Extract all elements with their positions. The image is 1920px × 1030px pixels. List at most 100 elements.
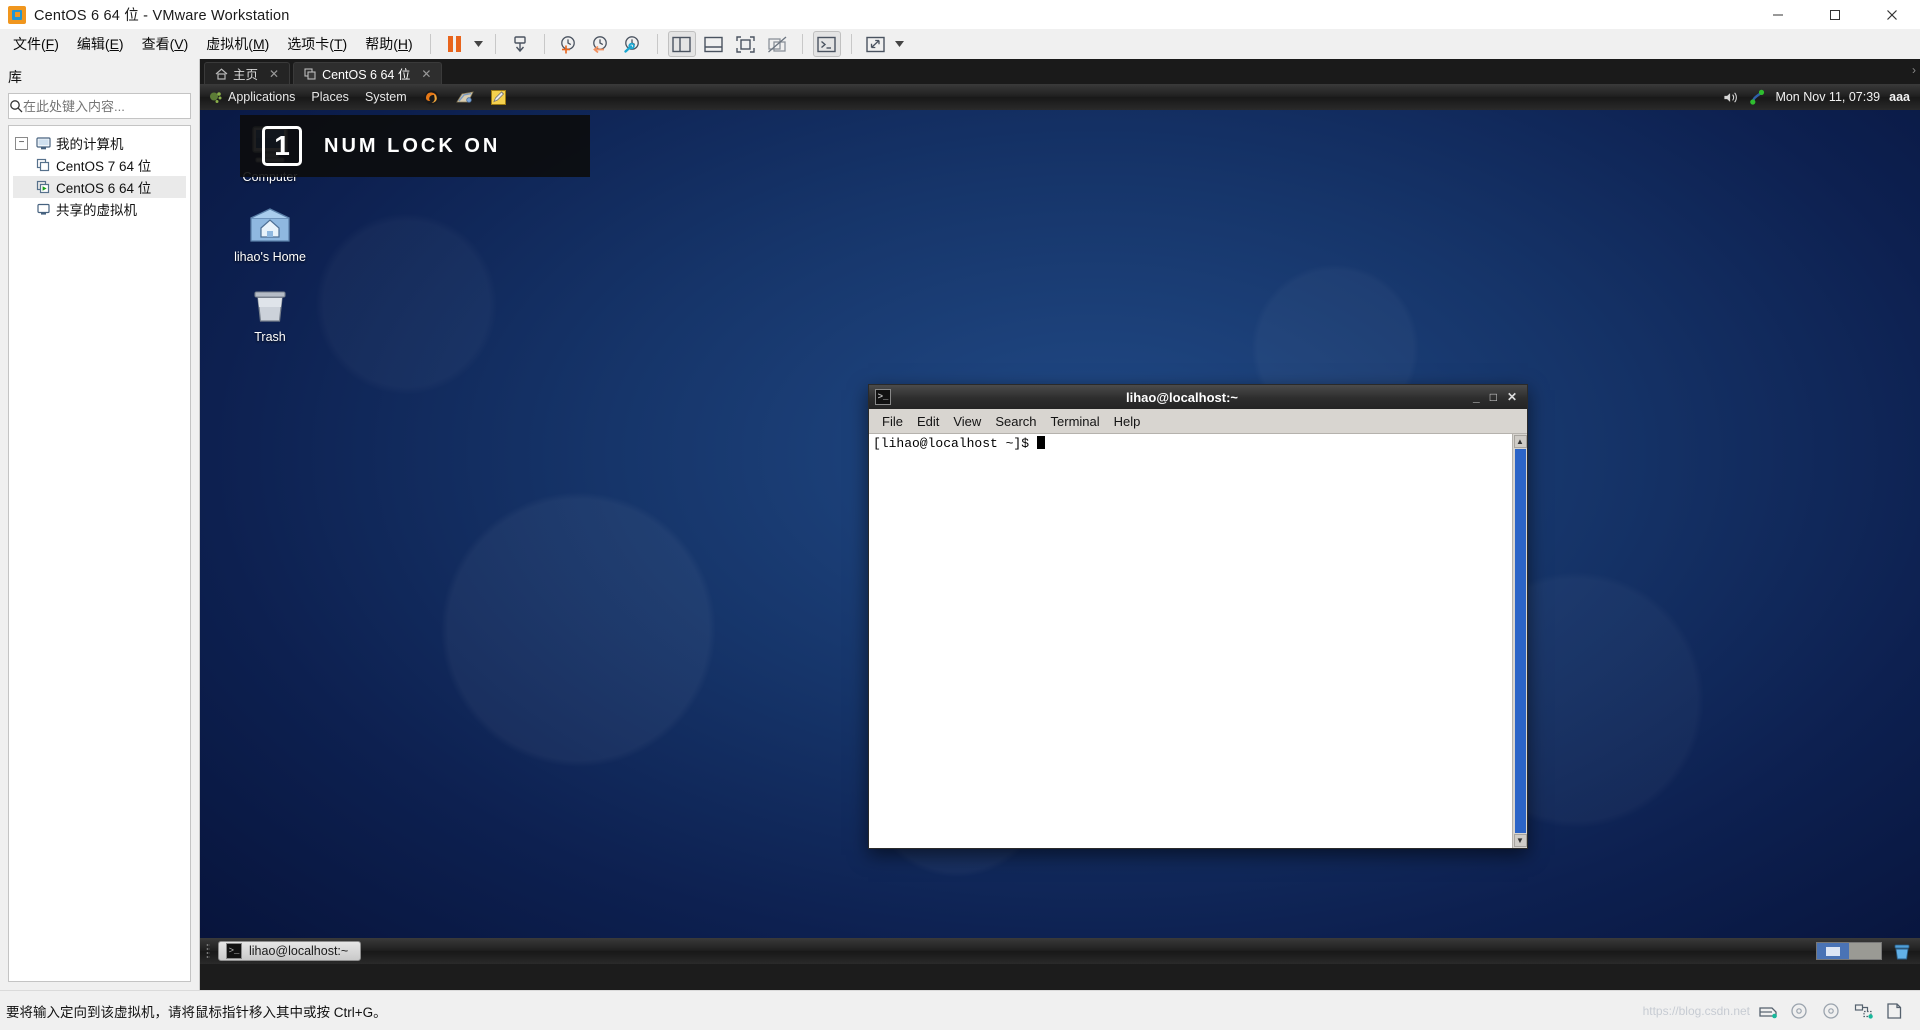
minimize-button[interactable] <box>1749 0 1806 29</box>
workspace-1[interactable] <box>1817 943 1849 959</box>
menu-system[interactable]: System <box>357 84 415 110</box>
panel-left-icon <box>672 36 691 52</box>
tree-label: 我的计算机 <box>56 137 124 152</box>
taskbar-window-button[interactable]: >_ lihao@localhost:~ <box>218 941 362 961</box>
tab-centos6[interactable]: CentOS 6 64 位 ✕ <box>293 62 443 84</box>
terminal-body[interactable]: [lihao@localhost ~]$ ▲ ▼ <box>869 434 1527 848</box>
menu-help[interactable]: 帮助(H) <box>356 30 421 58</box>
show-thumbnail-bar-button[interactable] <box>700 31 728 57</box>
tab-close-icon[interactable]: ✕ <box>269 67 279 81</box>
tree-item-my-computer[interactable]: − 我的计算机 <box>13 132 186 154</box>
toolbar-separator-2 <box>494 34 496 54</box>
desktop-icon-label: Trash <box>254 330 286 344</box>
take-snapshot-button[interactable] <box>555 31 583 57</box>
console-view-button[interactable] <box>812 31 841 57</box>
menu-view-label: 查看( <box>141 36 175 52</box>
terminal-output[interactable]: [lihao@localhost ~]$ <box>869 434 1512 848</box>
terminal-menu-view[interactable]: View <box>946 412 988 431</box>
vm-running-icon <box>33 180 53 195</box>
expander-icon[interactable]: − <box>15 136 28 150</box>
evolution-launcher-icon[interactable] <box>448 84 482 110</box>
manage-snapshots-button[interactable] <box>619 31 647 57</box>
terminal-menu-file[interactable]: File <box>875 412 910 431</box>
power-dropdown[interactable] <box>471 31 487 57</box>
main-body: 库 − 我的计算机 <box>0 59 1920 990</box>
volume-icon[interactable] <box>1723 90 1740 105</box>
terminal-maximize-button[interactable]: □ <box>1490 390 1497 404</box>
terminal-menu-help[interactable]: Help <box>1107 412 1148 431</box>
tab-label: 主页 <box>233 68 259 82</box>
search-icon <box>9 99 23 113</box>
terminal-menu-bar: File Edit View Search Terminal Help <box>869 409 1527 434</box>
tree-item-centos7[interactable]: CentOS 7 64 位 <box>13 154 186 176</box>
menu-file-label: 文件( <box>13 36 46 52</box>
firefox-launcher-icon[interactable] <box>415 84 448 110</box>
terminal-minimize-button[interactable]: _ <box>1473 390 1480 404</box>
panel-clock[interactable]: Mon Nov 11, 07:39 <box>1775 90 1880 104</box>
vm-icon <box>304 67 316 80</box>
workspace-2[interactable] <box>1849 943 1881 959</box>
desktop-icon-home[interactable]: lihao's Home <box>218 200 322 264</box>
stretch-icon <box>866 36 885 52</box>
menu-view[interactable]: 查看(V) <box>133 30 198 58</box>
terminal-scrollbar[interactable]: ▲ ▼ <box>1512 434 1527 848</box>
terminal-cursor <box>1036 436 1045 449</box>
gedit-glyph <box>490 89 506 105</box>
menu-help-mnemonic: H <box>397 36 408 52</box>
stretch-dropdown[interactable] <box>892 31 908 57</box>
status-hard-disk-icon[interactable] <box>1758 1002 1778 1020</box>
trash-applet-icon[interactable] <box>1892 942 1912 961</box>
tab-overflow-icon[interactable]: › <box>1912 63 1916 77</box>
snapshot-revert-icon <box>593 35 608 53</box>
panel-user[interactable]: aaa <box>1889 90 1910 104</box>
status-network-icon[interactable] <box>1854 1002 1874 1020</box>
tree-item-centos6[interactable]: CentOS 6 64 位 <box>13 176 186 198</box>
chevron-down-icon <box>474 41 484 47</box>
watermark: https://blog.csdn.net <box>1642 1004 1750 1018</box>
menu-tabs[interactable]: 选项卡(T) <box>278 30 356 58</box>
revert-snapshot-button[interactable] <box>587 31 615 57</box>
scroll-up-icon[interactable]: ▲ <box>1513 435 1527 448</box>
window-title: CentOS 6 64 位 - VMware Workstation <box>34 8 290 24</box>
tab-close-icon[interactable]: ✕ <box>421 67 431 81</box>
menu-vm[interactable]: 虚拟机(M) <box>197 30 278 58</box>
suspend-button[interactable] <box>441 31 469 57</box>
terminal-menu-edit[interactable]: Edit <box>910 412 946 431</box>
search-input[interactable] <box>23 98 199 114</box>
tree-item-shared-vms[interactable]: 共享的虚拟机 <box>13 198 186 220</box>
terminal-window[interactable]: >_ lihao@localhost:~ _ □ ✕ File Edit Vie… <box>868 384 1528 849</box>
unity-icon <box>768 36 787 52</box>
scrollbar-thumb[interactable] <box>1514 449 1526 833</box>
fullscreen-button[interactable] <box>732 31 760 57</box>
send-ctrl-alt-del-button[interactable] <box>506 31 534 57</box>
status-usb-icon[interactable] <box>1886 1002 1906 1020</box>
status-cd-dvd-2-icon[interactable] <box>1822 1002 1842 1020</box>
menu-applications[interactable]: Applications <box>200 84 303 110</box>
menu-file[interactable]: 文件(F) <box>4 30 68 58</box>
terminal-menu-terminal[interactable]: Terminal <box>1044 412 1107 431</box>
library-search[interactable] <box>8 93 199 119</box>
menu-places[interactable]: Places <box>303 84 357 110</box>
close-button[interactable] <box>1863 0 1920 29</box>
desktop-icon-trash[interactable]: Trash <box>218 280 322 344</box>
terminal-menu-search[interactable]: Search <box>988 412 1043 431</box>
unity-mode-button[interactable] <box>764 31 792 57</box>
menu-vm-mnemonic: M <box>252 36 265 52</box>
tab-home[interactable]: 主页 ✕ <box>204 62 291 84</box>
taskbar-window-label: lihao@localhost:~ <box>249 944 349 958</box>
pause-icon <box>448 36 462 52</box>
network-icon[interactable] <box>1749 89 1766 105</box>
status-cd-dvd-icon[interactable] <box>1790 1002 1810 1020</box>
show-library-button[interactable] <box>667 31 696 57</box>
terminal-title: lihao@localhost:~ <box>1126 389 1238 405</box>
terminal-close-button[interactable]: ✕ <box>1507 390 1517 404</box>
menu-edit[interactable]: 编辑(E) <box>68 30 133 58</box>
menu-view-mnemonic: V <box>174 36 184 52</box>
guest-screen[interactable]: Applications Places System Mon Nov 11, 0… <box>200 84 1920 964</box>
menu-help-label: 帮助( <box>365 36 398 52</box>
gedit-launcher-icon[interactable] <box>482 84 515 110</box>
stretch-view-button[interactable] <box>862 31 890 57</box>
maximize-button[interactable] <box>1806 0 1863 29</box>
workspace-switcher[interactable] <box>1816 942 1882 960</box>
scroll-down-icon[interactable]: ▼ <box>1513 834 1527 847</box>
